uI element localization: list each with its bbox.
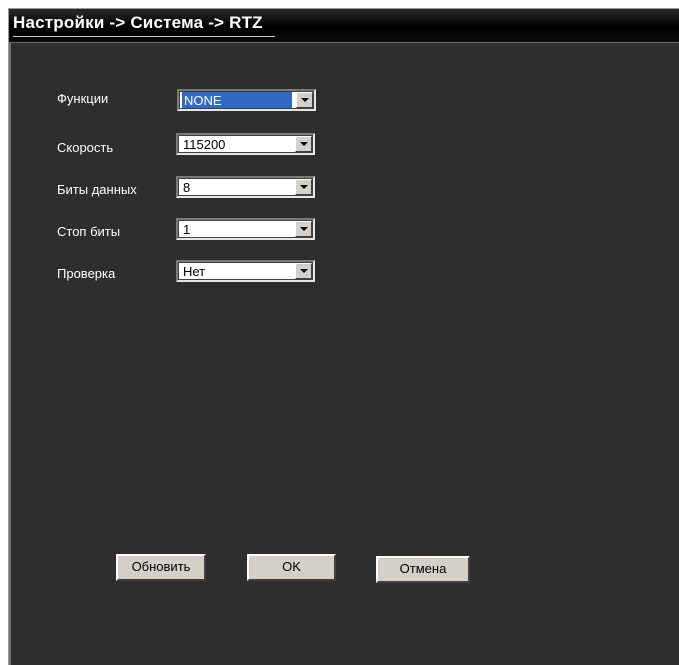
stop-bits-label: Стоп биты <box>57 224 121 239</box>
chevron-down-icon[interactable] <box>295 136 312 152</box>
functions-label: Функции <box>57 91 109 106</box>
title-underline <box>13 36 275 37</box>
speed-select[interactable]: 115200 <box>176 133 315 155</box>
chevron-down-icon[interactable] <box>295 263 312 279</box>
chevron-down-icon[interactable] <box>296 92 313 108</box>
chevron-down-icon[interactable] <box>295 179 312 195</box>
ok-button[interactable]: OK <box>247 554 336 581</box>
parity-label: Проверка <box>57 266 116 281</box>
functions-select[interactable]: NONE <box>177 89 316 111</box>
chevron-down-icon[interactable] <box>295 221 312 237</box>
speed-value: 115200 <box>183 137 226 152</box>
panel-left-border <box>9 43 11 665</box>
data-bits-value: 8 <box>183 180 191 195</box>
title-bar: Настройки -> Система -> RTZ <box>9 9 679 43</box>
stop-bits-value: 1 <box>183 222 191 237</box>
refresh-button[interactable]: Обновить <box>116 554 206 581</box>
window-title: Настройки -> Система -> RTZ <box>13 13 263 32</box>
speed-label: Скорость <box>57 140 114 155</box>
parity-value: Нет <box>183 264 206 279</box>
data-bits-select[interactable]: 8 <box>176 176 315 198</box>
parity-select[interactable]: Нет <box>176 260 315 282</box>
data-bits-label: Биты данных <box>57 182 137 197</box>
functions-value: NONE <box>182 92 292 108</box>
stop-bits-select[interactable]: 1 <box>176 218 315 240</box>
cancel-button[interactable]: Отмена <box>376 556 470 583</box>
settings-window: Настройки -> Система -> RTZ Функции NONE… <box>8 8 679 665</box>
